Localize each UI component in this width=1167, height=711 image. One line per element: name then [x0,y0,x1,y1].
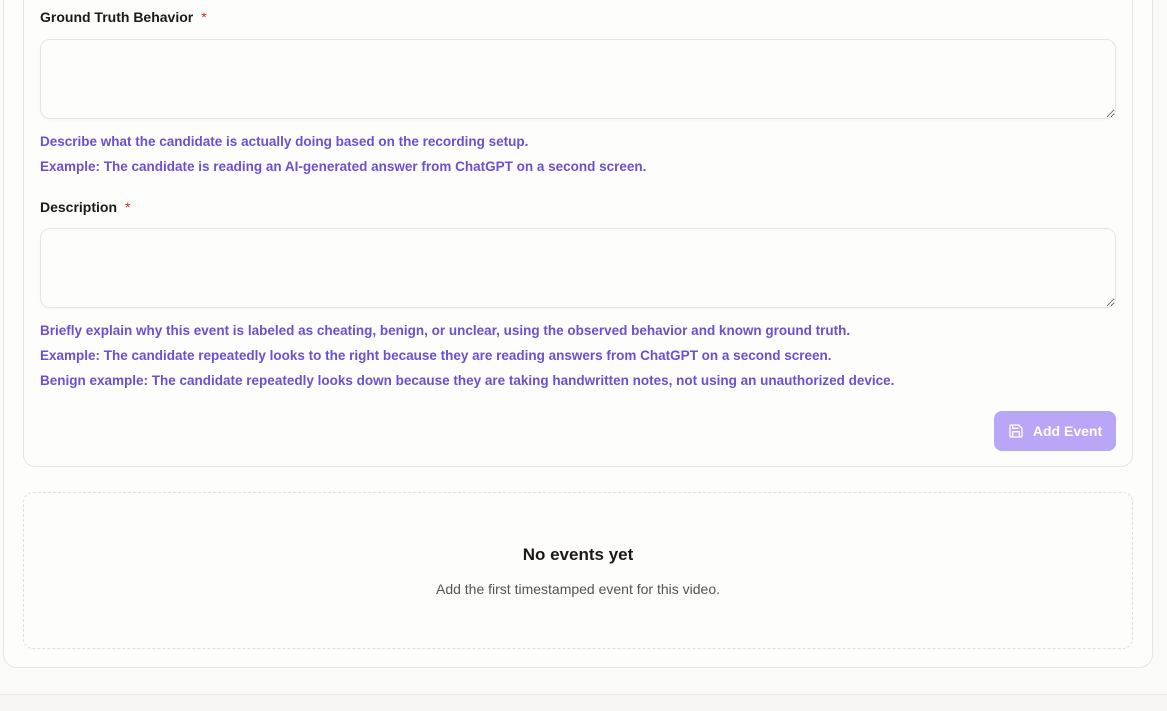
ground-truth-example: Example: The candidate is reading an AI-… [40,159,647,174]
description-hint: Briefly explain why this event is labele… [40,323,851,338]
events-empty-state: No events yet Add the first timestamped … [23,492,1133,649]
page-footer-strip [0,695,1167,711]
ground-truth-label: Ground Truth Behavior * [40,9,207,25]
ground-truth-label-text: Ground Truth Behavior [40,9,194,25]
description-label: Description * [40,199,130,215]
ground-truth-textarea[interactable] [40,39,1116,119]
empty-state-subtitle: Add the first timestamped event for this… [435,581,721,597]
empty-state-title: No events yet [522,545,634,564]
description-benign-example: Benign example: The candidate repeatedly… [40,373,895,388]
required-indicator: * [125,199,131,215]
add-event-button-label: Add Event [1032,423,1103,439]
save-icon [1008,423,1024,439]
ground-truth-hint: Describe what the candidate is actually … [40,134,529,149]
description-example: Example: The candidate repeatedly looks … [40,348,832,363]
required-indicator: * [201,9,207,25]
description-label-text: Description [40,199,118,215]
description-textarea[interactable] [40,228,1116,308]
add-event-button[interactable]: Add Event [994,411,1116,451]
